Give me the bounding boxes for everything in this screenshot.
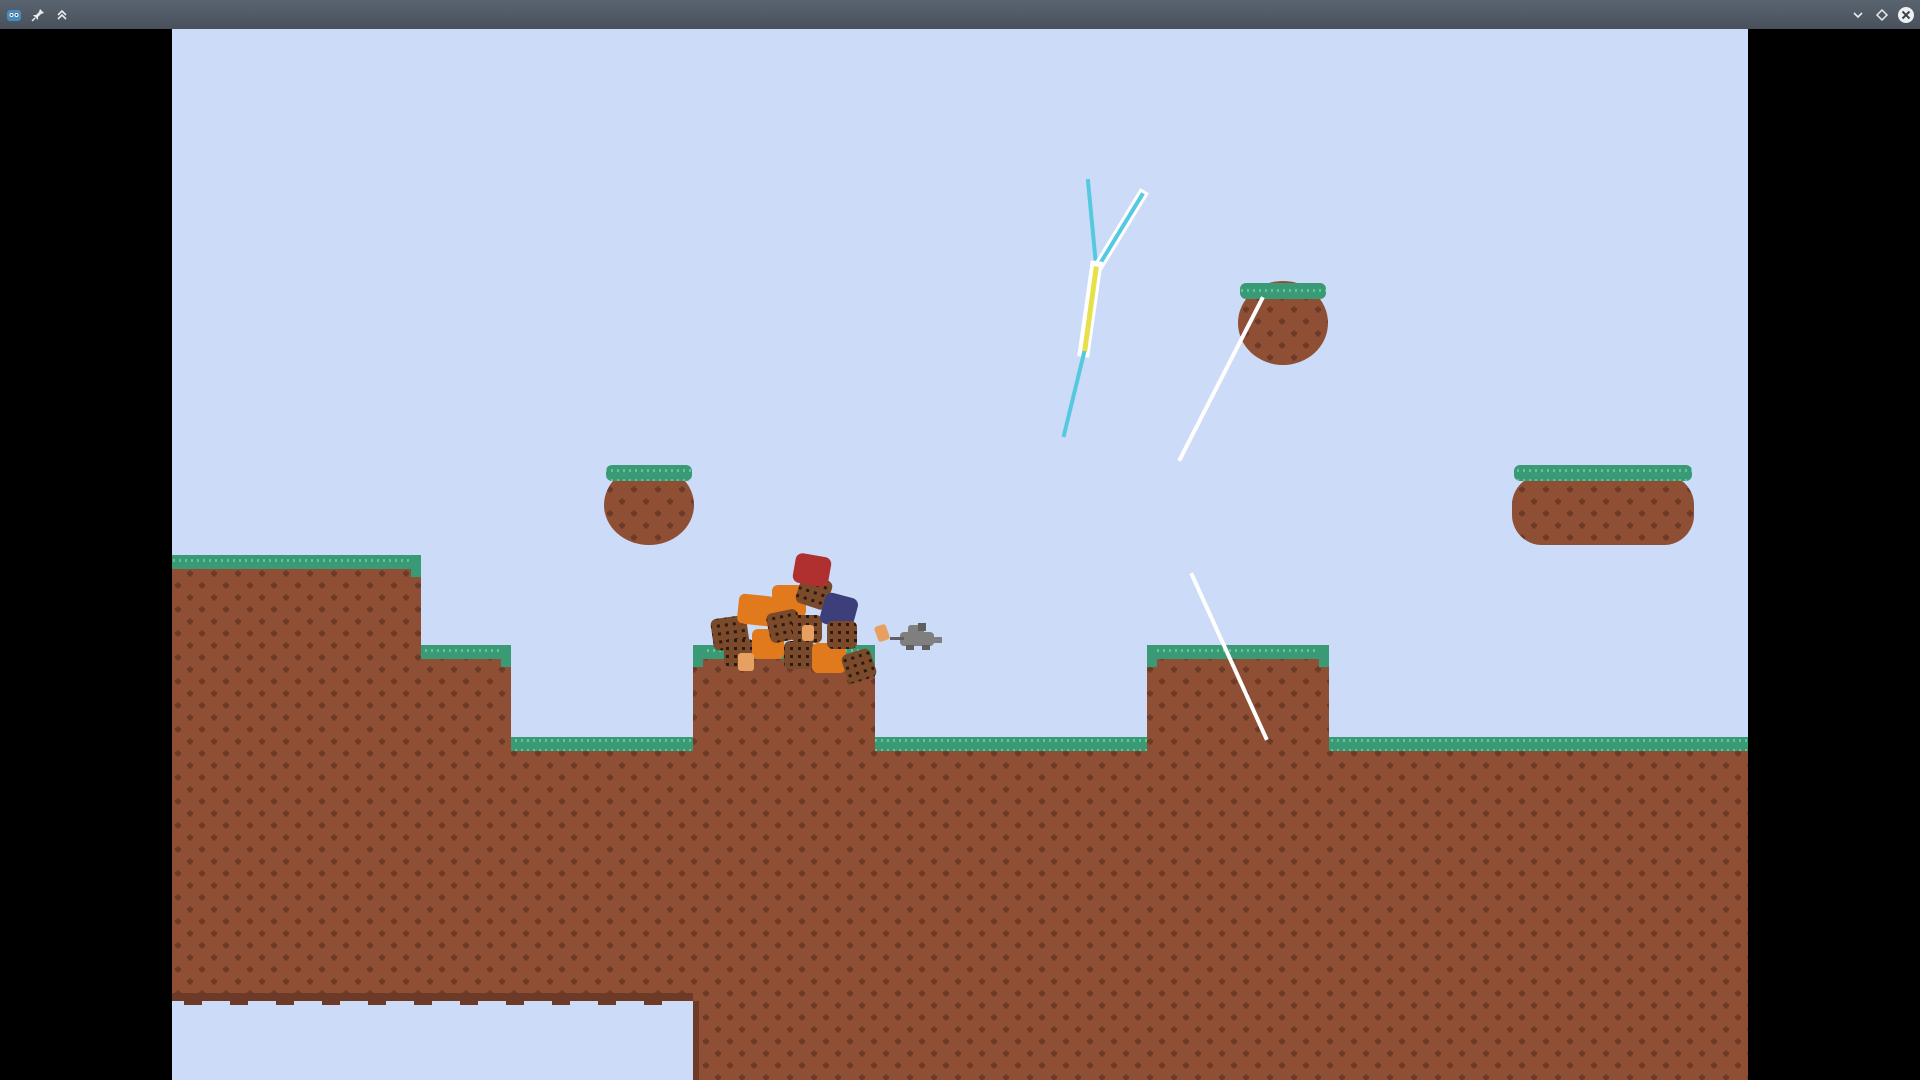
terrain-ground — [172, 555, 1748, 1080]
maximize-icon[interactable] — [1872, 5, 1891, 24]
keep-above-icon[interactable] — [52, 5, 71, 24]
game-scene — [172, 178, 1748, 1080]
godot-icon — [4, 5, 23, 24]
crate-pile — [710, 553, 890, 684]
floating-island-right — [1512, 465, 1694, 545]
close-icon[interactable] — [1896, 5, 1915, 24]
floating-island-left — [604, 465, 694, 545]
player-mouse — [890, 623, 942, 650]
game-viewport[interactable] — [172, 29, 1748, 1080]
pin-icon[interactable] — [28, 5, 47, 24]
minimize-icon[interactable] — [1848, 5, 1867, 24]
window-titlebar — [0, 0, 1920, 29]
